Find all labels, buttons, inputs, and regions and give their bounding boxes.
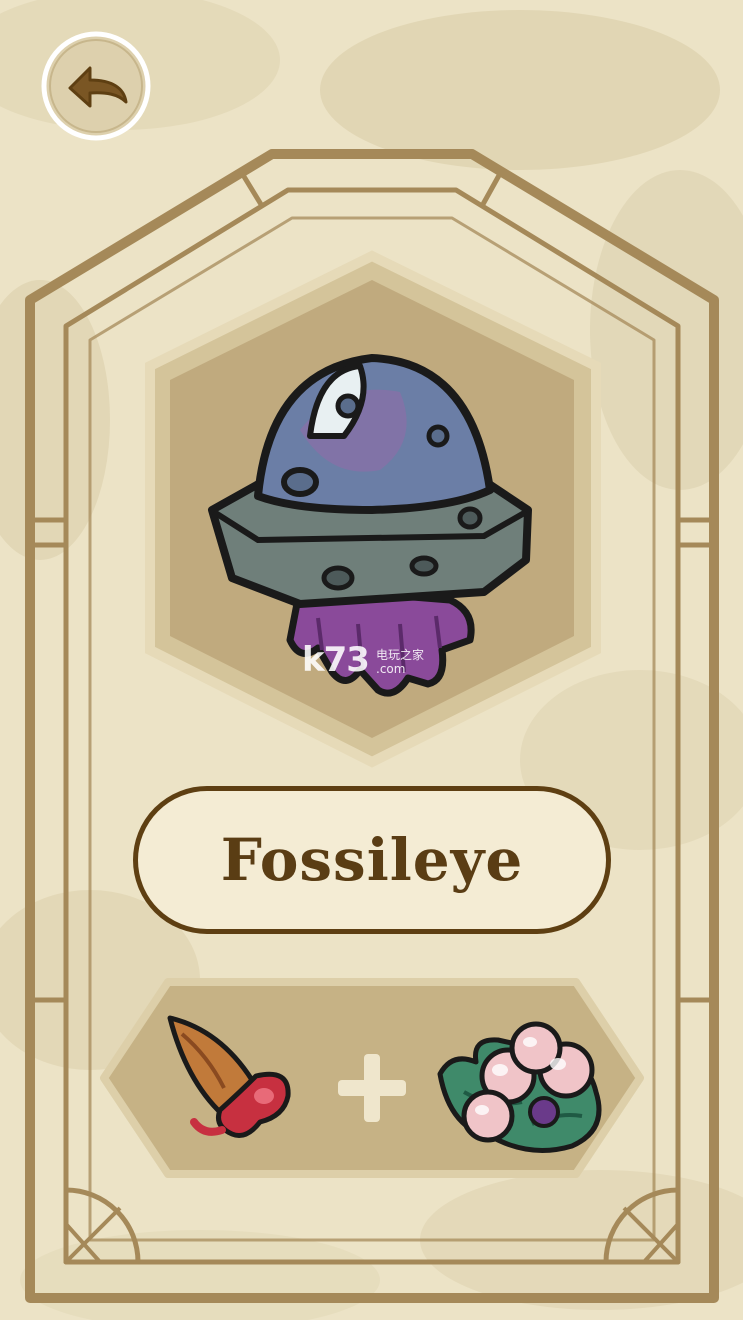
plus-icon bbox=[338, 1054, 406, 1122]
bloody-horn-icon[interactable] bbox=[160, 1010, 300, 1150]
watermark-domain: .com bbox=[376, 662, 406, 676]
watermark: k73 电玩之家 .com bbox=[302, 640, 424, 680]
watermark-sub: 电玩之家 bbox=[376, 648, 425, 662]
watermark-logo: k73 bbox=[302, 640, 370, 680]
berry-bush-icon[interactable] bbox=[432, 1012, 608, 1162]
